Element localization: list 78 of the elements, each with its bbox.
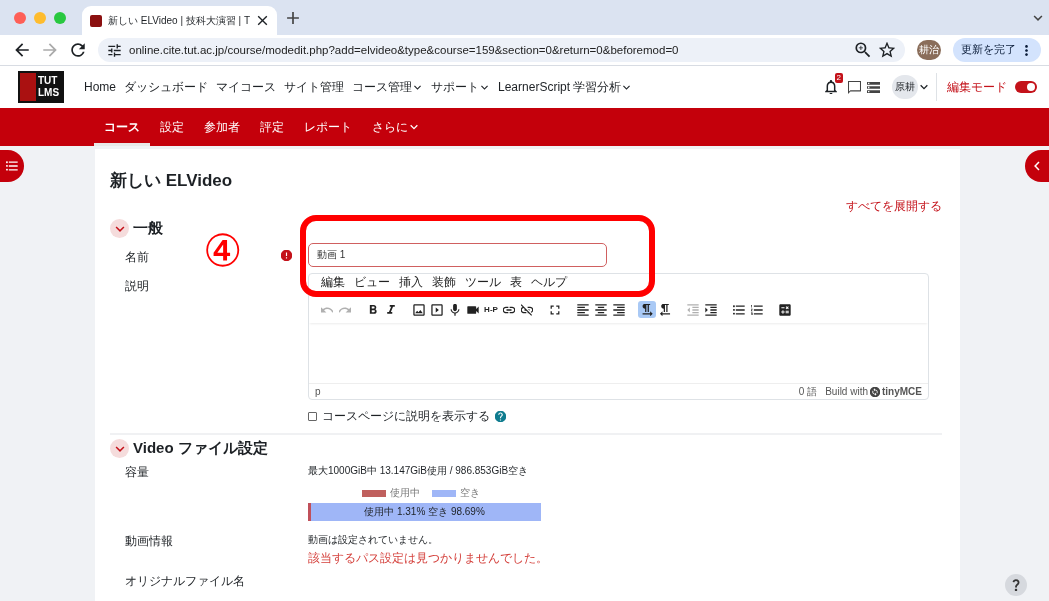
editor-menu-item[interactable]: 編集 [321, 275, 345, 289]
section-toggle[interactable] [110, 219, 129, 238]
video-info-message: 動画は設定されていません。 [308, 533, 439, 547]
checkbox-label: コースページに説明を表示する [322, 408, 490, 425]
brand-name: tinyMCE [882, 386, 922, 397]
editor-menu-item[interactable]: 装飾 [432, 275, 456, 289]
course-nav-tab[interactable]: コース [94, 108, 150, 146]
course-nav-tab[interactable]: レポート [294, 108, 362, 146]
reload-icon [70, 42, 86, 58]
editor-menu-item[interactable]: 挿入 [399, 275, 423, 289]
field-label: 名前 [125, 249, 149, 266]
nav-link[interactable]: サイト管理 [284, 78, 344, 96]
site-info-icon [108, 43, 121, 57]
section-title: Video ファイル設定 [133, 439, 268, 458]
edit-mode-toggle[interactable] [1015, 81, 1037, 93]
page-title: 新しい ELVideo [110, 170, 234, 192]
expand-all-link[interactable]: すべてを展開する [110, 198, 942, 215]
list-icon [6, 160, 18, 172]
nav-link[interactable]: ダッシュボード [124, 78, 208, 96]
nav-link[interactable]: Home [84, 80, 116, 94]
element-path: p [315, 386, 321, 397]
bar-text: 使用中 1.31% 空き 98.69% [364, 505, 485, 519]
profile-avatar[interactable]: 耕治 [917, 40, 941, 60]
database-icon [867, 80, 880, 94]
block-drawer-button[interactable] [1025, 150, 1049, 182]
help-icon [495, 411, 506, 422]
update-button[interactable]: 更新を完了 [953, 38, 1041, 62]
logo-figure-icon [20, 73, 36, 101]
new-tab-icon [285, 9, 302, 26]
tinymce-logo-icon [870, 386, 880, 397]
h5p-button[interactable]: H-P [482, 301, 500, 318]
edit-mode-label: 編集モード [947, 78, 1007, 96]
notification-bell-icon [824, 80, 838, 94]
course-nav-tab[interactable]: 参加者 [194, 108, 250, 146]
nav-link[interactable]: マイコース [216, 78, 276, 96]
nav-link[interactable]: コース管理 [352, 78, 423, 96]
field-label: 容量 [125, 464, 149, 481]
capacity-summary: 最大1000GiB中 13.147GiB使用 / 986.853GiB空き [308, 464, 530, 478]
site-logo[interactable]: TUT LMS [18, 71, 64, 103]
nav-link[interactable]: サポート [431, 78, 490, 96]
bookmark-star-icon [879, 42, 895, 58]
close-icon [256, 14, 270, 27]
help-button[interactable] [1005, 574, 1027, 596]
forward-icon [42, 42, 58, 58]
notification-badge: 2 [834, 73, 843, 83]
section-toggle[interactable] [110, 439, 129, 458]
logo-text: LMS [38, 87, 60, 99]
nav-link[interactable]: LearnerScript 学習分析 [498, 78, 633, 96]
favicon-icon [90, 14, 102, 27]
annotation-number: ④ [203, 226, 243, 276]
editor-menu-item[interactable]: ツール [465, 275, 501, 289]
editor-menu-item[interactable]: ビュー [354, 275, 390, 289]
editor-menu-item[interactable]: 表 [510, 275, 522, 289]
course-index-button[interactable] [0, 150, 24, 182]
zoom-icon [855, 42, 871, 58]
checkbox[interactable] [308, 412, 317, 421]
legend-label: 空き [459, 486, 480, 500]
rich-text-editor[interactable]: 編集 ビュー 挿入 装飾 ツール 表 ヘルプ H-P p 0 語 Build with tinyMCE [308, 273, 929, 400]
question-mark-icon [1010, 579, 1022, 591]
logo-text: TUT [38, 75, 59, 87]
name-input-field[interactable]: 動画 1 [308, 243, 607, 267]
course-nav-tab[interactable]: 評定 [250, 108, 294, 146]
browser-tab[interactable]: 新しい ELVideo | 技科大演習 | T [82, 6, 278, 35]
message-icon [848, 80, 861, 94]
field-label: オリジナルファイル名 [125, 573, 245, 590]
legend-label: 使用中 [389, 486, 420, 500]
course-nav-tab[interactable]: さらに [362, 108, 430, 146]
field-label: 動画情報 [125, 533, 173, 550]
field-label: 説明 [125, 278, 149, 295]
branding-text: Build with [825, 386, 868, 397]
section-title: 一般 [133, 219, 163, 238]
back-icon [14, 42, 30, 58]
user-avatar[interactable]: 原耕 [892, 75, 918, 99]
editor-menu-item[interactable]: ヘルプ [531, 275, 567, 289]
address-bar[interactable]: online.cite.tut.ac.jp/course/modedit.php?add=elvideo&type&course=159&section=0&return=0&beforemod=0 [98, 38, 905, 62]
error-message: 該当するパス設定は見つかりませんでした。 [308, 550, 549, 567]
course-nav-tab[interactable]: 設定 [150, 108, 194, 146]
word-count: 0 語 [798, 384, 818, 399]
